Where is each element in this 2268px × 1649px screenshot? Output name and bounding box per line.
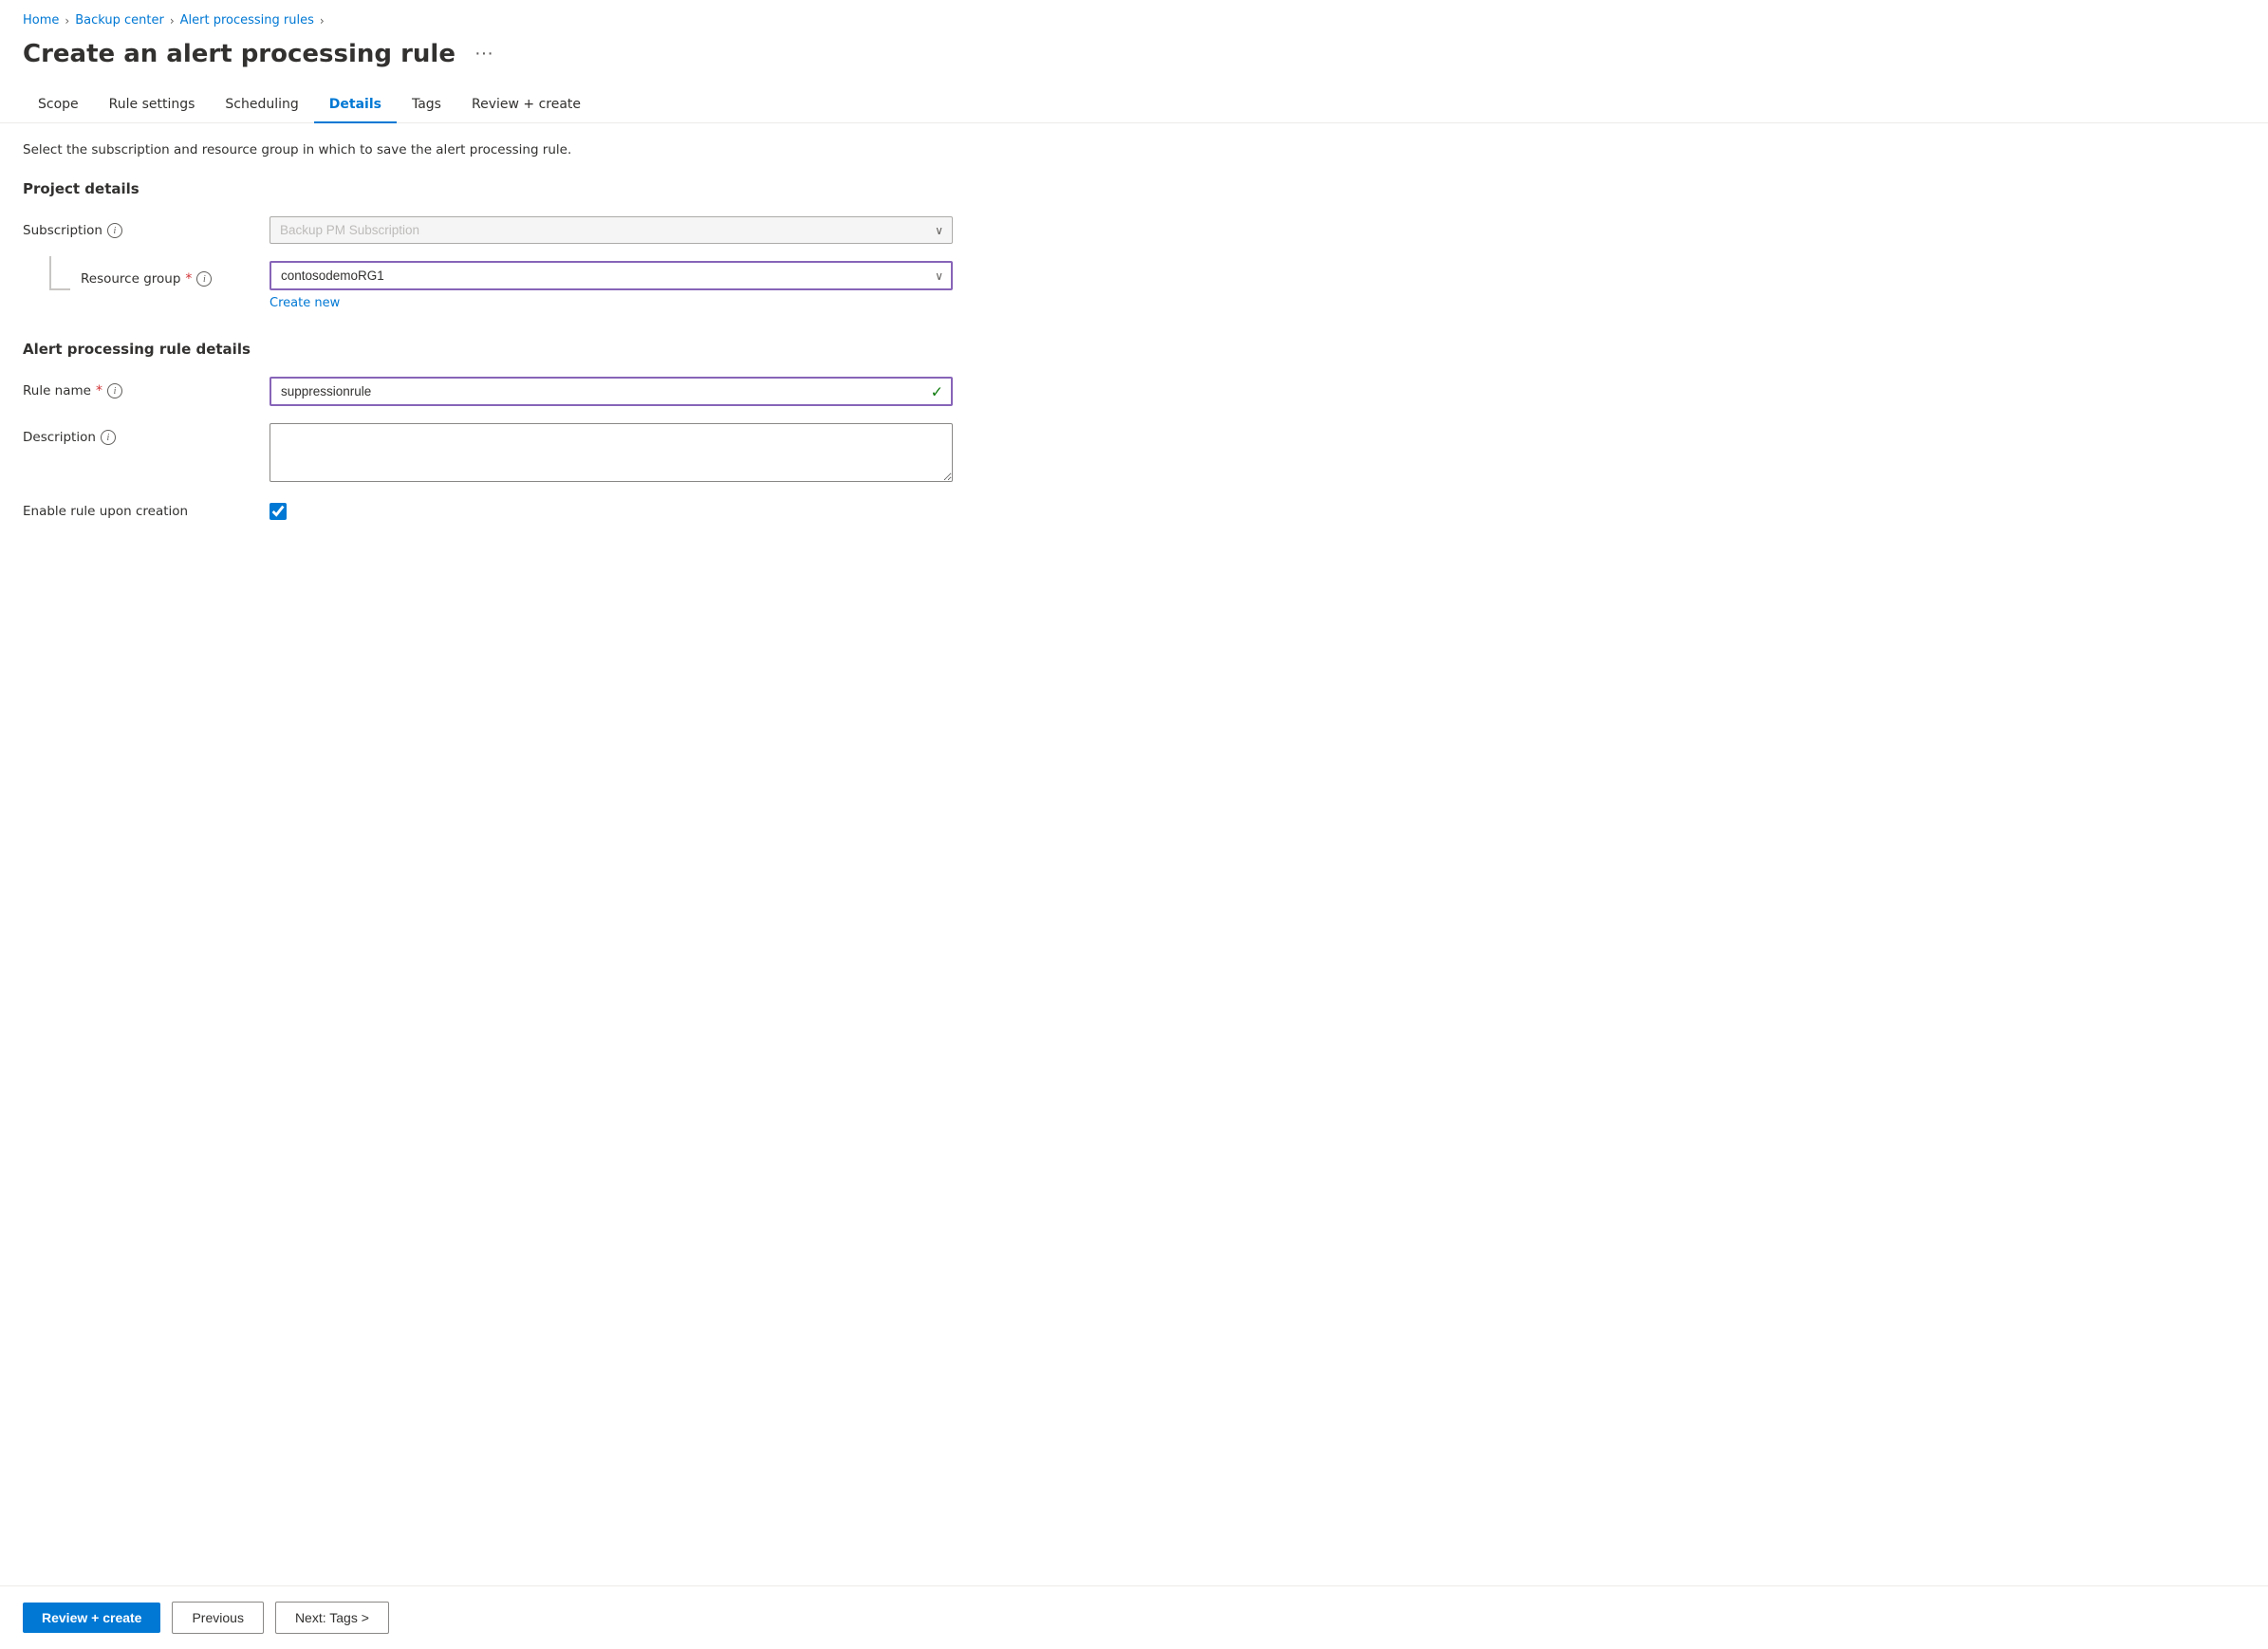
- description-label: Description: [23, 430, 96, 445]
- rule-name-input-wrapper: ✓: [270, 377, 953, 406]
- ellipsis-button[interactable]: ···: [467, 39, 501, 68]
- breadcrumb-home[interactable]: Home: [23, 13, 59, 28]
- breadcrumb-backup-center[interactable]: Backup center: [75, 13, 164, 28]
- subscription-row: Subscription i Backup PM Subscription ∨: [23, 216, 2245, 244]
- resource-group-label: Resource group: [81, 271, 180, 287]
- resource-group-info-icon[interactable]: i: [196, 271, 212, 287]
- enable-rule-label: Enable rule upon creation: [23, 504, 270, 519]
- description-info-icon[interactable]: i: [101, 430, 116, 445]
- rule-name-info-icon[interactable]: i: [107, 383, 122, 398]
- enable-rule-row: Enable rule upon creation: [23, 503, 2245, 520]
- page-title: Create an alert processing rule: [23, 40, 455, 68]
- tab-tags[interactable]: Tags: [397, 87, 456, 123]
- tab-scope[interactable]: Scope: [23, 87, 94, 123]
- resource-group-label-col: Resource group * i: [23, 261, 270, 290]
- rule-name-row: Rule name * i ✓: [23, 377, 2245, 406]
- subscription-select-wrapper: Backup PM Subscription ∨: [270, 216, 953, 244]
- rule-name-required: *: [96, 383, 102, 398]
- description-textarea[interactable]: [270, 423, 953, 482]
- rule-details-section: Alert processing rule details Rule name …: [23, 341, 2245, 520]
- rule-name-control: ✓: [270, 377, 953, 406]
- resource-group-required: *: [185, 271, 192, 287]
- tab-rule-settings[interactable]: Rule settings: [94, 87, 211, 123]
- rule-name-label-col: Rule name * i: [23, 377, 270, 398]
- page-subtitle: Select the subscription and resource gro…: [23, 142, 2245, 157]
- rule-name-label: Rule name: [23, 383, 91, 398]
- tab-review-create[interactable]: Review + create: [456, 87, 596, 123]
- breadcrumb: Home › Backup center › Alert processing …: [0, 0, 2268, 35]
- description-label-col: Description i: [23, 423, 270, 445]
- rule-details-title: Alert processing rule details: [23, 341, 2245, 358]
- main-content: Select the subscription and resource gro…: [0, 142, 2268, 1585]
- breadcrumb-sep-3: ›: [320, 14, 325, 28]
- rule-name-input[interactable]: [270, 377, 953, 406]
- tabs: Scope Rule settings Scheduling Details T…: [23, 87, 2245, 122]
- indent-bracket: [49, 256, 70, 290]
- resource-group-control: contosodemoRG1 ∨ Create new: [270, 261, 953, 310]
- create-new-link[interactable]: Create new: [270, 296, 340, 310]
- tab-details[interactable]: Details: [314, 87, 397, 123]
- rule-name-check-icon: ✓: [931, 382, 943, 400]
- subscription-select[interactable]: Backup PM Subscription: [270, 216, 953, 244]
- resource-group-select-wrapper: contosodemoRG1 ∨: [270, 261, 953, 290]
- previous-button[interactable]: Previous: [172, 1602, 263, 1634]
- subscription-info-icon[interactable]: i: [107, 223, 122, 238]
- subscription-label: Subscription i: [23, 216, 270, 238]
- description-row: Description i: [23, 423, 2245, 486]
- project-details-title: Project details: [23, 180, 2245, 197]
- next-tags-button[interactable]: Next: Tags >: [275, 1602, 389, 1634]
- subscription-control: Backup PM Subscription ∨: [270, 216, 953, 244]
- enable-rule-control: [270, 503, 287, 520]
- resource-group-row: Resource group * i contosodemoRG1 ∨ Crea…: [23, 261, 2245, 310]
- project-details-section: Project details Subscription i Backup PM…: [23, 180, 2245, 310]
- enable-rule-checkbox[interactable]: [270, 503, 287, 520]
- page-header: Create an alert processing rule ···: [0, 35, 2268, 87]
- breadcrumb-alert-rules: Alert processing rules: [180, 13, 314, 28]
- tab-scheduling[interactable]: Scheduling: [210, 87, 313, 123]
- review-create-button[interactable]: Review + create: [23, 1603, 160, 1633]
- tabs-container: Scope Rule settings Scheduling Details T…: [0, 87, 2268, 123]
- resource-group-select[interactable]: contosodemoRG1: [270, 261, 953, 290]
- breadcrumb-sep-2: ›: [170, 14, 175, 28]
- breadcrumb-sep-1: ›: [65, 14, 69, 28]
- description-control: [270, 423, 953, 486]
- footer: Review + create Previous Next: Tags >: [0, 1585, 2268, 1649]
